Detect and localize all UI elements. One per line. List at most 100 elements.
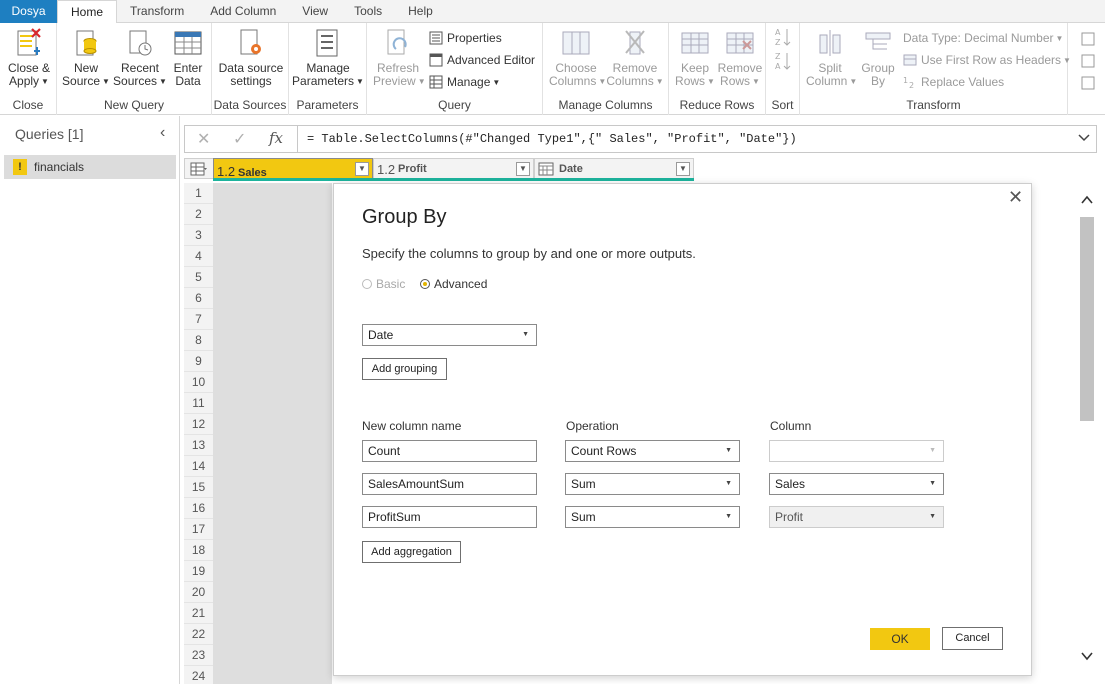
column-select[interactable]: ▼ — [769, 440, 944, 462]
tab-help[interactable]: Help — [395, 0, 446, 23]
function-icon[interactable]: fx — [269, 129, 283, 147]
svg-text:2: 2 — [909, 81, 914, 89]
row-number[interactable]: 9 — [184, 351, 213, 372]
close-icon[interactable]: ✕ — [1008, 187, 1023, 208]
add-grouping-button[interactable]: Add grouping — [362, 358, 447, 380]
row-number[interactable]: 20 — [184, 582, 213, 603]
row-number[interactable]: 22 — [184, 624, 213, 645]
properties-button[interactable]: Properties — [429, 29, 502, 47]
manage-parameters-label: Manage — [306, 61, 350, 75]
column-header-sales[interactable]: 1.2 Sales ▼ — [213, 158, 373, 180]
tab-add-column[interactable]: Add Column — [197, 0, 289, 23]
scroll-down-icon[interactable] — [1081, 649, 1093, 664]
close-apply-button[interactable]: Close & Apply ▼ — [4, 27, 54, 88]
queries-pane-title: Queries [1] — [15, 126, 84, 142]
new-source-button[interactable]: New Source ▼ — [61, 27, 111, 88]
filter-dropdown-icon[interactable]: ▼ — [676, 162, 690, 176]
operation-select[interactable]: Sum ▼ — [565, 473, 740, 495]
formula-input[interactable]: = Table.SelectColumns(#"Changed Type1",{… — [307, 132, 797, 146]
column-header-profit[interactable]: 1.2 Profit ▼ — [373, 158, 534, 179]
tab-view[interactable]: View — [289, 0, 341, 23]
ok-button[interactable]: OK — [870, 628, 930, 650]
formula-divider — [297, 126, 298, 152]
split-column-button[interactable]: Split Column ▼ — [806, 27, 857, 88]
add-aggregation-button[interactable]: Add aggregation — [362, 541, 461, 563]
column-value: Sales — [775, 477, 806, 491]
scroll-up-icon[interactable] — [1081, 193, 1093, 208]
sort-descending-button[interactable]: ZA — [775, 51, 795, 73]
cancel-button[interactable]: Cancel — [942, 627, 1003, 650]
table-menu-button[interactable] — [184, 158, 214, 179]
new-column-name-input[interactable]: Count — [362, 440, 537, 462]
tab-home[interactable]: Home — [57, 0, 118, 24]
basic-radio-label: Basic — [376, 277, 406, 291]
filter-dropdown-icon[interactable]: ▼ — [355, 162, 369, 176]
tab-tools[interactable]: Tools — [341, 0, 395, 23]
remove-rows-button[interactable]: Remove Rows ▼ — [717, 27, 763, 88]
row-number[interactable]: 24 — [184, 666, 213, 684]
row-number[interactable]: 1 — [184, 183, 213, 204]
scrollbar-thumb[interactable] — [1080, 217, 1094, 421]
enter-data-button[interactable]: Enter Data — [167, 27, 209, 88]
row-number[interactable]: 3 — [184, 225, 213, 246]
tab-file[interactable]: Dosya — [0, 0, 57, 23]
row-number[interactable]: 18 — [184, 540, 213, 561]
split-column-icon — [819, 30, 841, 56]
operation-select[interactable]: Sum ▼ — [565, 506, 740, 528]
column-select[interactable]: Sales ▼ — [769, 473, 944, 495]
row-number[interactable]: 15 — [184, 477, 213, 498]
new-column-name-input[interactable]: SalesAmountSum — [362, 473, 537, 495]
keep-rows-button[interactable]: Keep Rows ▼ — [673, 27, 717, 88]
replace-values-button[interactable]: 1 2 Replace Values — [903, 73, 1004, 91]
expand-formula-icon[interactable] — [1078, 131, 1090, 146]
column-select[interactable]: Profit ▼ — [769, 506, 944, 528]
operation-select[interactable]: Count Rows ▼ — [565, 440, 740, 462]
advanced-radio[interactable]: Advanced — [420, 277, 487, 291]
column-header-date[interactable]: Date ▼ — [534, 158, 694, 179]
group-by-button[interactable]: Group By — [856, 27, 900, 88]
grid-vertical-scrollbar[interactable] — [1077, 183, 1099, 673]
queries-pane: Queries [1] ‹ ! financials — [0, 116, 180, 684]
query-item[interactable]: ! financials — [4, 155, 176, 179]
tab-transform[interactable]: Transform — [117, 0, 197, 23]
cancel-formula-icon[interactable]: ✕ — [197, 129, 210, 149]
new-column-name-input[interactable]: ProfitSum — [362, 506, 537, 528]
row-number[interactable]: 7 — [184, 309, 213, 330]
sort-ascending-button[interactable]: AZ — [775, 27, 795, 49]
row-number[interactable]: 17 — [184, 519, 213, 540]
basic-radio[interactable]: Basic — [362, 277, 405, 291]
row-number[interactable]: 21 — [184, 603, 213, 624]
data-type-dropdown[interactable]: Data Type: Decimal Number ▼ — [903, 29, 1063, 47]
row-number[interactable]: 8 — [184, 330, 213, 351]
manage-query-button[interactable]: Manage ▼ — [429, 73, 500, 91]
advanced-editor-button[interactable]: Advanced Editor — [429, 51, 535, 69]
data-source-settings-button[interactable]: Data source settings — [216, 27, 286, 88]
row-number[interactable]: 13 — [184, 435, 213, 456]
selected-column-cells[interactable] — [213, 183, 332, 684]
group-by-label: Group — [861, 61, 895, 75]
row-number[interactable]: 11 — [184, 393, 213, 414]
row-number[interactable]: 14 — [184, 456, 213, 477]
use-first-row-headers-button[interactable]: Use First Row as Headers ▼ — [903, 51, 1071, 69]
row-number[interactable]: 23 — [184, 645, 213, 666]
row-number[interactable]: 12 — [184, 414, 213, 435]
remove-columns-button[interactable]: Remove Columns ▼ — [605, 27, 665, 88]
commit-formula-icon[interactable]: ✓ — [233, 129, 246, 149]
recent-sources-button[interactable]: Recent Sources ▼ — [113, 27, 167, 88]
row-number[interactable]: 16 — [184, 498, 213, 519]
refresh-preview-button[interactable]: Refresh Preview ▼ — [373, 27, 426, 88]
chevron-down-icon: ▼ — [929, 447, 936, 454]
row-number[interactable]: 6 — [184, 288, 213, 309]
data-source-settings-icon — [240, 29, 261, 55]
choose-columns-button[interactable]: Choose Columns ▼ — [549, 27, 606, 88]
filter-dropdown-icon[interactable]: ▼ — [516, 162, 530, 176]
manage-parameters-button[interactable]: Manage Parameters ▼ — [291, 27, 365, 88]
grouping-column-select[interactable]: Date ▼ — [362, 324, 537, 346]
row-number[interactable]: 2 — [184, 204, 213, 225]
remove-columns-icon — [625, 30, 645, 55]
row-number[interactable]: 10 — [184, 372, 213, 393]
row-number[interactable]: 19 — [184, 561, 213, 582]
row-number[interactable]: 5 — [184, 267, 213, 288]
row-number[interactable]: 4 — [184, 246, 213, 267]
collapse-pane-icon[interactable]: ‹ — [160, 124, 165, 142]
